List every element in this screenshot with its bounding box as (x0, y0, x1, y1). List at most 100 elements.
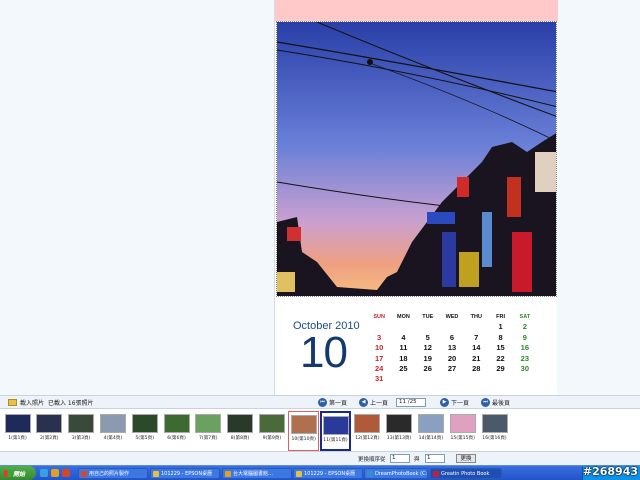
thumbnail-item[interactable]: 10(第10頁) (288, 411, 320, 451)
thumbnail-caption: 8(第8頁) (230, 436, 250, 441)
calendar-day: 6 (449, 332, 455, 342)
app-icon (296, 471, 302, 477)
calendar-day (367, 322, 391, 332)
taskbar-button[interactable]: 101229 - EPSON桌曆 (150, 468, 220, 479)
swap-to-input[interactable]: 1 (425, 454, 445, 463)
last-page-button[interactable]: ⏭ 最後頁 (481, 398, 510, 407)
taskbar-button-label: 101229 - EPSON桌曆 (304, 471, 356, 477)
taskbar-button[interactable]: Greatin Photo Book (430, 468, 502, 479)
start-button[interactable]: 開始 (0, 466, 36, 480)
taskbar-button[interactable]: 101229 - EPSON桌曆 (293, 468, 363, 479)
taskbar-button[interactable]: 台大電腦圖書館… (222, 468, 292, 479)
thumbnail-item[interactable]: 2(第2頁) (34, 411, 65, 451)
swap-from-input[interactable]: 1 (390, 454, 410, 463)
thumbnail-image (99, 414, 126, 433)
thumbnail-caption: 16(第16頁) (482, 436, 507, 441)
calendar-day: 8 (498, 332, 503, 342)
thumbnail-item[interactable]: 7(第7頁) (193, 411, 224, 451)
media-icon[interactable] (51, 469, 59, 477)
weekday-header: THU (470, 314, 482, 320)
taskbar-button-label: DreamPhotoBook (C:) (375, 471, 428, 477)
thumbnail-item[interactable]: 13(第13頁) (384, 411, 415, 451)
first-page-label: 第一頁 (329, 400, 348, 407)
folder-icon (8, 399, 17, 406)
thumbnail-item[interactable]: 4(第4頁) (97, 411, 128, 451)
thumbnail-item[interactable]: 6(第6頁) (161, 411, 192, 451)
thumbnail-image (68, 414, 95, 433)
taskbar-button[interactable]: 用自己的照片製作 (78, 468, 148, 479)
thumbnail-item[interactable]: 16(第16頁) (479, 411, 510, 451)
photo-image (277, 22, 556, 296)
taskbar-button[interactable]: DreamPhotoBook (C:) (364, 468, 428, 479)
thumbnail-item[interactable]: 3(第3頁) (66, 411, 97, 451)
calendar-day (391, 322, 415, 332)
calendar-page: October 2010 10 SUN MON TUE WED THU FRI SAT 1 2 3… (274, 0, 558, 395)
page-input-wrap: 11 /25 (392, 398, 430, 407)
thumbnail-item[interactable]: 1(第1頁) (2, 411, 33, 451)
thumbnail-image (322, 416, 349, 435)
swap-and-label: 與 (414, 457, 420, 463)
load-photos-button[interactable]: 載入照片 (8, 398, 44, 407)
prev-page-icon: ◀ (359, 398, 368, 407)
thumbnail-image (417, 414, 444, 433)
thumbnail-item[interactable]: 15(第15頁) (447, 411, 478, 451)
thumbnail-caption: 12(第12頁) (355, 436, 380, 441)
last-page-icon: ⏭ (481, 398, 490, 407)
app-icon (433, 471, 439, 477)
calendar-day: 9 (522, 332, 527, 342)
taskbar-button-label: Greatin Photo Book (441, 471, 490, 477)
taskbar-button-label: 101229 - EPSON桌曆 (161, 471, 213, 477)
thumbnail-image (131, 414, 158, 433)
weekday-header: SUN (373, 314, 385, 320)
app-window: October 2010 10 SUN MON TUE WED THU FRI SAT 1 2 3… (0, 0, 640, 480)
thumbnail-caption: 2(第2頁) (39, 436, 59, 441)
next-page-icon: ▶ (440, 398, 449, 407)
weekday-header: FRI (496, 314, 505, 320)
watermark-text: #268943 (582, 465, 638, 478)
next-page-label: 下一頁 (451, 400, 470, 407)
first-page-button[interactable]: ⏮ 第一頁 (318, 398, 347, 407)
page-toolbar: 載入照片 已載入 16張照片 ⏮ 第一頁 ◀ 上一頁 11 /25 ▶ 下一頁 … (0, 395, 640, 408)
page-photo[interactable] (276, 21, 557, 297)
windows-logo-icon (4, 469, 11, 477)
taskbar-button-label: 用自己的照片製作 (89, 471, 130, 477)
calendar-day (440, 374, 464, 384)
thumbnail-strip: 1(第1頁) 2(第2頁) 3(第3頁) 4(第4頁) 5(第5頁) 6(第6頁) 7(第7… (0, 408, 640, 452)
thumbnail-image (258, 414, 285, 433)
calendar-day: 30 (520, 363, 529, 373)
calendar-day: 12 (423, 343, 432, 353)
calendar-day: 15 (496, 343, 505, 353)
firefox-icon[interactable] (62, 469, 70, 477)
app-icon (153, 471, 159, 477)
thumbnail-item[interactable]: 12(第12頁) (352, 411, 383, 451)
swap-button[interactable]: 更換 (456, 454, 476, 463)
thumbnail-item[interactable]: 14(第14頁) (415, 411, 446, 451)
thumbnail-item[interactable]: 11(第11頁) (320, 411, 351, 451)
calendar-day: 2 (522, 322, 527, 332)
calendar-day: 11 (399, 343, 408, 353)
loaded-count-label: 已載入 16張照片 (48, 400, 94, 407)
page-number-input[interactable]: 11 /25 (396, 398, 426, 407)
thumbnail-item[interactable]: 5(第5頁) (129, 411, 160, 451)
start-label: 開始 (13, 470, 26, 478)
prev-page-button[interactable]: ◀ 上一頁 (359, 398, 388, 407)
calendar-day (416, 322, 440, 332)
thumbnail-image (386, 414, 413, 433)
calendar-day: 17 (374, 353, 384, 363)
thumbnail-caption: 14(第14頁) (418, 436, 444, 441)
calendar-week-row: 12 (367, 322, 537, 332)
calendar-day (440, 322, 464, 332)
app-icon (225, 471, 231, 477)
calendar-day: 26 (423, 363, 432, 373)
weekday-header: MON (397, 314, 410, 320)
thumbnail-item[interactable]: 9(第9頁) (256, 411, 287, 451)
calendar-day: 13 (447, 343, 457, 353)
calendar-day: 4 (401, 332, 406, 342)
next-page-button[interactable]: ▶ 下一頁 (440, 398, 469, 407)
calendar-day (391, 374, 415, 384)
thumbnail-caption: 7(第7頁) (198, 436, 218, 441)
calendar-day: 5 (425, 332, 430, 342)
thumbnail-item[interactable]: 8(第8頁) (225, 411, 256, 451)
ie-icon[interactable] (40, 469, 48, 477)
calendar-week-row: 31 (367, 374, 537, 384)
